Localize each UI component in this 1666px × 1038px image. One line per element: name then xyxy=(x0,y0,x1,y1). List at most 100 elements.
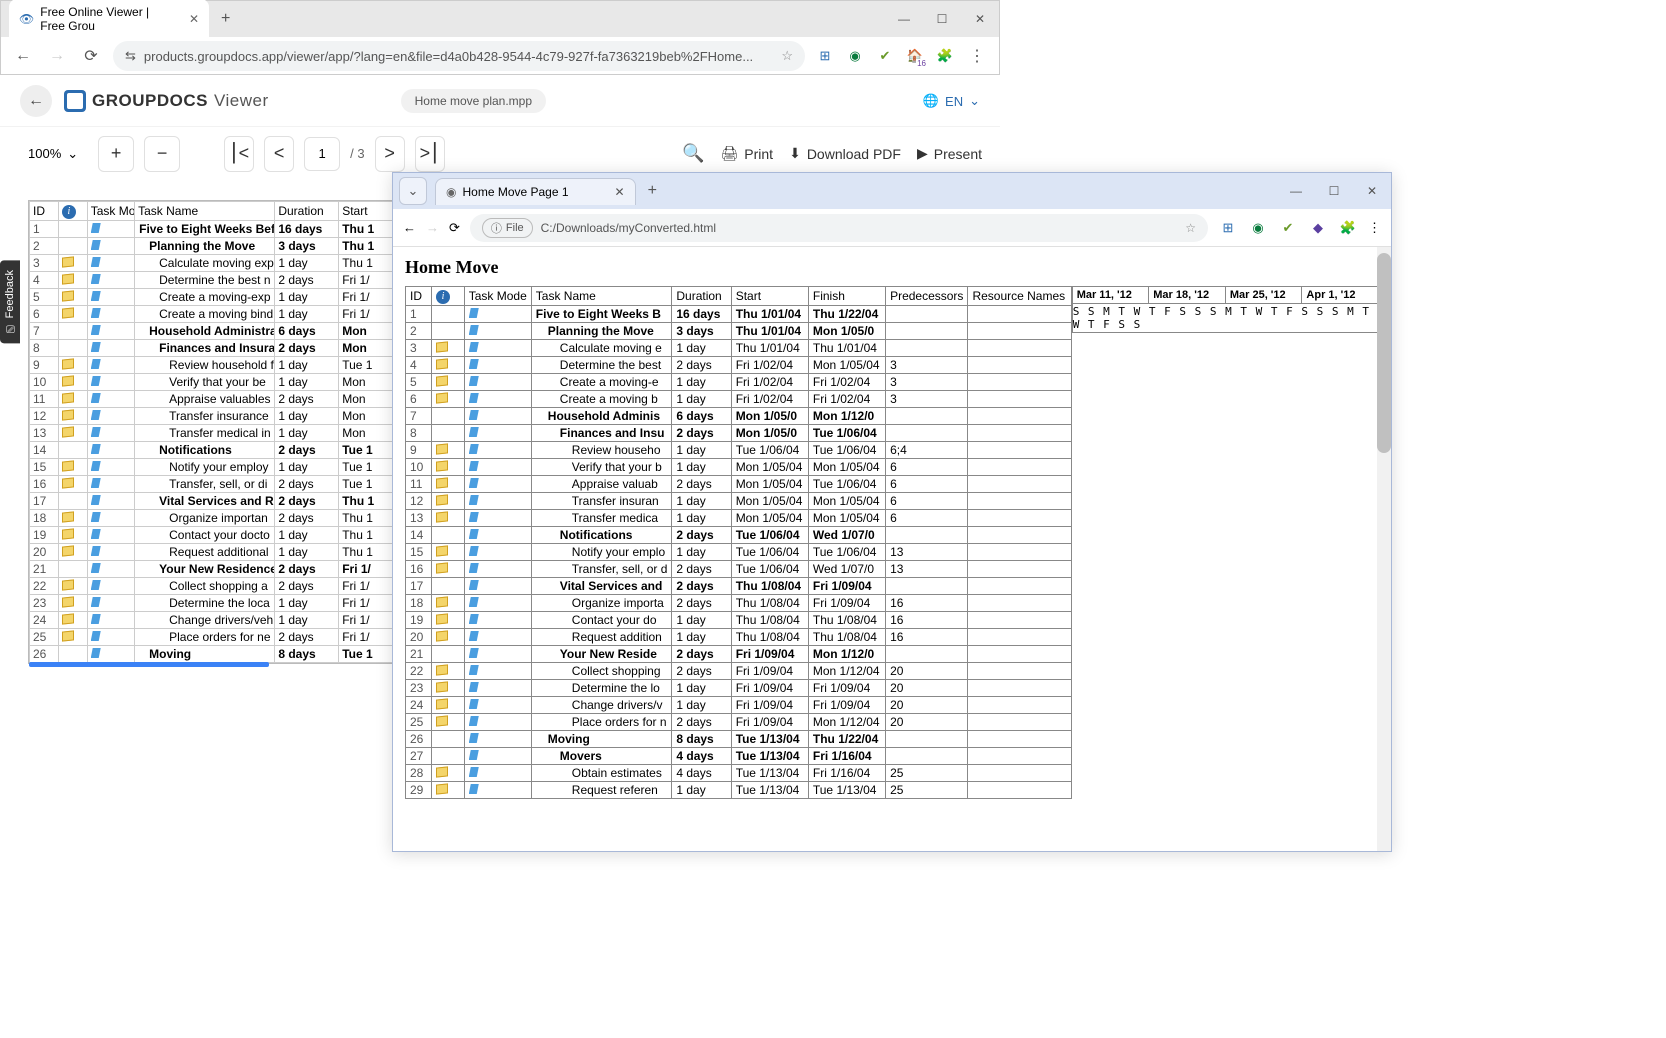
new-tab-button[interactable]: + xyxy=(213,6,238,32)
note-icon xyxy=(436,596,448,607)
page-number-input[interactable] xyxy=(304,137,340,171)
note-icon xyxy=(436,511,448,522)
table-row: 10Verify that your be1 dayMon xyxy=(30,374,397,391)
nav-back-icon[interactable]: ← xyxy=(403,220,416,235)
table-row: 8Finances and Insu2 daysMon 1/05/0Tue 1/… xyxy=(406,425,1072,442)
vertical-scrollbar[interactable] xyxy=(1377,247,1391,851)
nav-reload-icon[interactable]: ⟳ xyxy=(79,46,103,66)
table-row: 24Change drivers/veh1 dayFri 1/ xyxy=(30,612,397,629)
window-maximize[interactable]: ☐ xyxy=(1315,184,1353,198)
table-row: 15Notify your emplo1 dayTue 1/06/04Tue 1… xyxy=(406,544,1072,561)
task-mode-icon xyxy=(91,631,101,641)
window-minimize[interactable]: — xyxy=(885,12,923,26)
feedback-tab[interactable]: ⎚ Feedback xyxy=(0,260,20,343)
task-mode-icon xyxy=(469,461,479,471)
front-browser-window: ⌄ ◉ Home Move Page 1 ✕ + — ☐ ✕ ← → ⟳ ⓘFi… xyxy=(392,172,1392,852)
col-mode: Task Mode xyxy=(464,287,531,306)
nav-reload-icon[interactable]: ⟳ xyxy=(449,220,460,236)
front-tab[interactable]: ◉ Home Move Page 1 ✕ xyxy=(435,178,636,205)
task-mode-icon xyxy=(91,597,101,607)
task-mode-icon xyxy=(469,325,479,335)
zoom-selector[interactable]: 100% ⌄ xyxy=(18,142,88,166)
nav-forward-icon[interactable]: → xyxy=(45,47,69,65)
table-row: 3Calculate moving e1 dayThu 1/01/04Thu 1… xyxy=(406,340,1072,357)
calendar-week-cell: Mar 18, '12 xyxy=(1149,287,1226,304)
window-minimize[interactable]: — xyxy=(1277,184,1315,198)
window-close[interactable]: ✕ xyxy=(961,12,999,26)
chevron-down-icon: ⌄ xyxy=(67,146,78,162)
ext-diamond-icon[interactable]: ◆ xyxy=(1308,218,1328,238)
prev-page-button[interactable]: < xyxy=(264,136,294,172)
back-tab[interactable]: 👁 Free Online Viewer | Free Grou ✕ xyxy=(9,0,209,39)
task-mode-icon xyxy=(469,495,479,505)
table-row: 1Five to Eight Weeks Before16 daysThu 1 xyxy=(30,221,397,238)
kebab-menu-icon[interactable]: ⋮ xyxy=(1368,220,1381,236)
note-icon xyxy=(62,511,74,522)
ext-check-icon[interactable]: ✔ xyxy=(875,46,895,66)
tab-dropdown-button[interactable]: ⌄ xyxy=(399,177,427,205)
table-row: 5Create a moving-e1 dayFri 1/02/04Fri 1/… xyxy=(406,374,1072,391)
close-tab-icon[interactable]: ✕ xyxy=(189,12,199,26)
ext-translate-icon[interactable]: ⊞ xyxy=(815,46,835,66)
table-row: 2Planning the Move3 daysThu 1/01/04Mon 1… xyxy=(406,323,1072,340)
task-mode-icon xyxy=(469,393,479,403)
search-button[interactable]: 🔍 xyxy=(682,143,704,164)
ext-check-icon[interactable]: ✔ xyxy=(1278,218,1298,238)
col-dur: Duration xyxy=(672,287,731,306)
table-row: 9Review household fi1 dayTue 1 xyxy=(30,357,397,374)
present-button[interactable]: ▶Present xyxy=(917,145,982,162)
front-new-tab-button[interactable]: + xyxy=(640,178,665,204)
front-address-bar[interactable]: ⓘFile C:/Downloads/myConverted.html ☆ xyxy=(470,214,1208,242)
print-button[interactable]: 🖨Print xyxy=(721,145,774,162)
table-row: 19Contact your do1 dayThu 1/08/04Thu 1/0… xyxy=(406,612,1072,629)
task-mode-icon xyxy=(469,750,479,760)
address-bar[interactable]: ⇆ products.groupdocs.app/viewer/app/?lan… xyxy=(113,41,805,71)
window-close[interactable]: ✕ xyxy=(1353,184,1391,198)
kebab-menu-icon[interactable]: ⋮ xyxy=(965,46,989,66)
zoom-in-button[interactable]: + xyxy=(98,136,134,172)
ext-grammarly-icon[interactable]: ◉ xyxy=(845,46,865,66)
nav-back-icon[interactable]: ← xyxy=(11,47,35,65)
gd-back-button[interactable]: ← xyxy=(20,85,52,117)
table-row: 12Transfer insurance1 dayMon xyxy=(30,408,397,425)
ext-puzzle-icon[interactable]: 🧩 xyxy=(1338,218,1358,238)
table-row: 20Request addition1 dayThu 1/08/04Thu 1/… xyxy=(406,629,1072,646)
note-icon xyxy=(436,664,448,675)
gd-logo: GROUPDOCS Viewer xyxy=(64,90,269,112)
close-tab-icon[interactable]: ✕ xyxy=(615,185,625,199)
back-nav-bar: ← → ⟳ ⇆ products.groupdocs.app/viewer/ap… xyxy=(1,37,999,75)
scrollbar-thumb[interactable] xyxy=(1377,253,1391,453)
table-row: 27Movers4 daysTue 1/13/04Fri 1/16/04 xyxy=(406,748,1072,765)
nav-forward-icon[interactable]: → xyxy=(426,220,439,235)
star-icon[interactable]: ☆ xyxy=(1185,221,1196,235)
task-mode-icon xyxy=(469,631,479,641)
slider-icon: ⎚ xyxy=(4,322,16,333)
task-mode-icon xyxy=(91,512,101,522)
ext-cal-icon[interactable]: 🏠16 xyxy=(905,46,925,66)
ext-puzzle-icon[interactable]: 🧩 xyxy=(935,46,955,66)
gd-language-selector[interactable]: 🌐 EN ⌄ xyxy=(923,93,980,109)
next-page-button[interactable]: > xyxy=(375,136,405,172)
task-mode-icon xyxy=(469,359,479,369)
ext-translate-icon[interactable]: ⊞ xyxy=(1218,218,1238,238)
front-nav-bar: ← → ⟳ ⓘFile C:/Downloads/myConverted.htm… xyxy=(393,209,1391,247)
last-page-button[interactable]: >⎮ xyxy=(415,136,445,172)
zoom-out-button[interactable]: − xyxy=(144,136,180,172)
task-mode-icon xyxy=(469,767,479,777)
first-page-button[interactable]: ⎮< xyxy=(224,136,254,172)
info-icon: i xyxy=(436,290,450,304)
window-maximize[interactable]: ☐ xyxy=(923,12,961,26)
table-row: 26Moving8 daysTue 1/13/04Thu 1/22/04 xyxy=(406,731,1072,748)
table-row: 17Vital Services and R2 daysThu 1 xyxy=(30,493,397,510)
table-row: 16Transfer, sell, or di2 daysTue 1 xyxy=(30,476,397,493)
table-row: 26Moving8 daysTue 1 xyxy=(30,646,397,663)
table-row: 18Organize importa2 daysThu 1/08/04Fri 1… xyxy=(406,595,1072,612)
horizontal-scrollbar[interactable] xyxy=(29,662,269,667)
ext-grammarly-icon[interactable]: ◉ xyxy=(1248,218,1268,238)
download-button[interactable]: ⬇Download PDF xyxy=(789,145,901,162)
table-row: 4Determine the best2 daysFri 1/02/04Mon … xyxy=(406,357,1072,374)
star-icon[interactable]: ☆ xyxy=(781,48,793,64)
note-icon xyxy=(436,562,448,573)
back-browser-chrome: 👁 Free Online Viewer | Free Grou ✕ + — ☐… xyxy=(0,0,1000,75)
gd-lang-code: EN xyxy=(945,94,963,109)
